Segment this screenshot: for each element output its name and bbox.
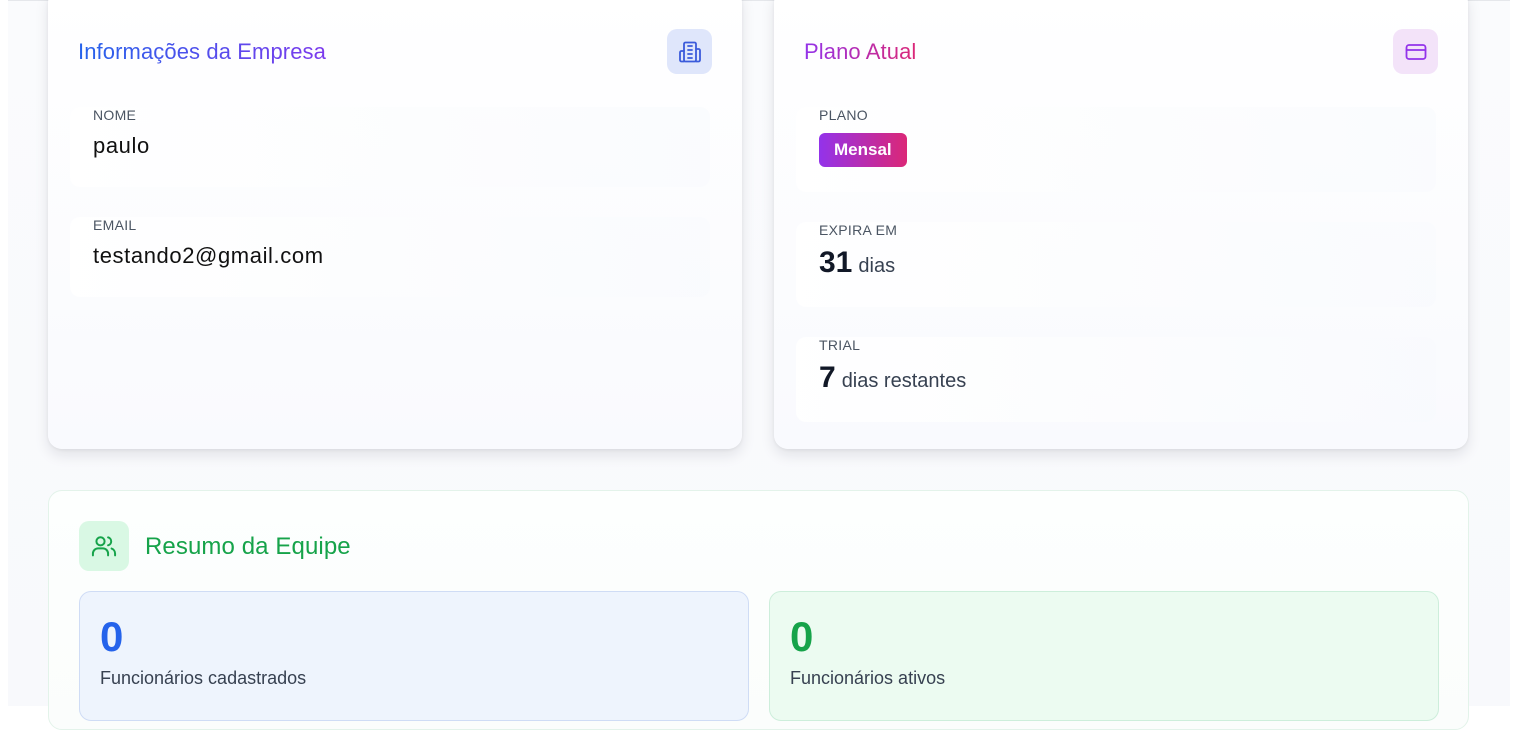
plan-trial-label: TRIAL [819, 337, 861, 353]
team-card-title: Resumo da Equipe [145, 533, 351, 560]
plan-expiry-field: EXPIRA EM 31 dias [796, 222, 1436, 307]
credit-card-icon [1393, 29, 1438, 74]
users-icon [79, 521, 129, 571]
company-name-label: NOME [93, 107, 137, 123]
plan-card-title: Plano Atual [804, 39, 917, 64]
plan-trial-days: 7 [819, 361, 836, 394]
plan-type-field: PLANO Mensal [796, 107, 1436, 192]
active-employees-label: Funcionários ativos [790, 668, 946, 688]
current-plan-card: Plano Atual PLANO Mensal EXPIRA EM 31 dia… [774, 0, 1468, 449]
plan-expiry-label: EXPIRA EM [819, 222, 898, 238]
company-name-value: paulo [93, 133, 150, 158]
active-employees-stat: 0 Funcionários ativos [769, 591, 1439, 721]
plan-trial-unit: dias restantes [841, 370, 967, 392]
plan-expiry-days: 31 [819, 246, 853, 279]
registered-employees-label: Funcionários cadastrados [100, 668, 307, 688]
team-summary-card: Resumo da Equipe 0 Funcionários cadastra… [48, 490, 1469, 730]
page: Informações da Empresa NOME paulo EMAIL … [8, 0, 1510, 730]
company-name-field: NOME paulo [70, 107, 710, 187]
plan-type-label: PLANO [819, 107, 868, 123]
company-email-value: testando2@gmail.com [93, 243, 324, 268]
company-info-card: Informações da Empresa NOME paulo EMAIL … [48, 0, 742, 449]
building-icon [667, 29, 712, 74]
plan-trial-field: TRIAL 7 dias restantes [796, 337, 1436, 422]
plan-badge: Mensal [819, 133, 907, 167]
plan-expiry-unit: dias [858, 255, 896, 277]
company-card-title: Informações da Empresa [78, 39, 326, 64]
company-email-field: EMAIL testando2@gmail.com [70, 217, 710, 297]
registered-employees-stat: 0 Funcionários cadastrados [79, 591, 749, 721]
company-email-label: EMAIL [93, 217, 137, 233]
registered-employees-count: 0 [100, 613, 124, 660]
active-employees-count: 0 [790, 613, 814, 660]
